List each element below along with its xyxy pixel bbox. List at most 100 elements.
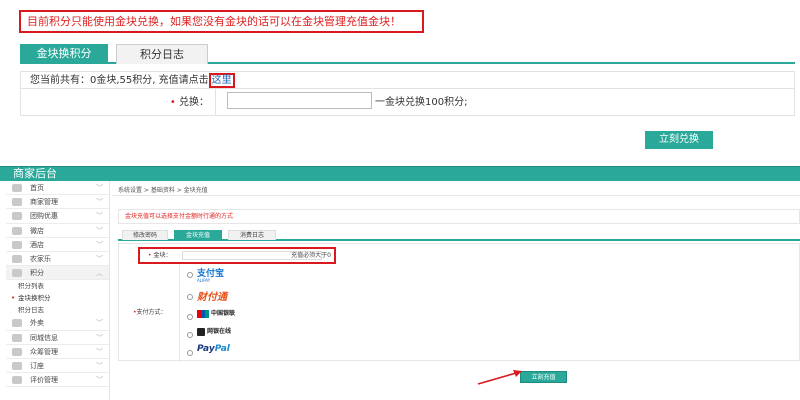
sidebar-item-reservation[interactable]: 订座 ﹀ [6, 359, 109, 374]
gold-label-text: 金块： [153, 252, 172, 259]
payment-method-label: •支付方式： [133, 307, 167, 316]
paypal-logo: PayPal [197, 344, 230, 354]
exchange-row: • 兑换： 一金块兑换100积分; [21, 89, 794, 116]
review-icon [12, 376, 22, 385]
sidebar-item-label: 评价管理 [30, 376, 58, 385]
sidebar-item-merchant[interactable]: 商家管理 ﹀ [6, 195, 109, 210]
chevron-down-icon: ﹀ [96, 376, 103, 385]
tab-change-password[interactable]: 修改密码 [122, 230, 168, 240]
farm-icon [12, 254, 22, 263]
sidebar-item-farm[interactable]: 农家乐 ﹀ [6, 252, 109, 267]
chevron-down-icon: ﹀ [96, 184, 103, 192]
chevron-down-icon: ﹀ [96, 319, 103, 328]
radio-button[interactable] [187, 272, 193, 278]
recharge-form: • 金块： 充值必须大于0 •支付方式： 支付宝 ALIPAY 财付通 中国银联 … [118, 243, 800, 362]
recharge-notice: 金块充值可以选择支付金额时行通的方式 [118, 209, 800, 224]
sidebar-item-reviews[interactable]: 评价管理 ﹀ [6, 373, 109, 388]
sidebar-item-micro-shop[interactable]: 微店 ﹀ [6, 224, 109, 238]
sidebar-item-label: 团购优惠 [30, 212, 58, 221]
reservation-icon [12, 361, 22, 370]
recharge-tab-bar: 修改密码 金块充值 消费日志 [118, 230, 800, 241]
sidebar-item-label: 首页 [30, 184, 44, 192]
chevron-down-icon: ﹀ [96, 212, 103, 221]
sidebar-item-label: 酒店 [30, 240, 44, 249]
sidebar-item-local-info[interactable]: 同城信息 ﹀ [6, 331, 109, 345]
sidebar-item-label: 同城信息 [30, 333, 58, 342]
payment-option-paypal[interactable]: PayPal [187, 344, 257, 358]
radio-button[interactable] [187, 294, 193, 300]
sidebar-item-crowdfund[interactable]: 众筹管理 ﹀ [6, 345, 109, 359]
main-content: 系统设置 > 基础资料 > 金块充值 金块充值可以选择支付金额时行通的方式 修改… [112, 181, 800, 400]
sidebar-subitem-gold-to-points[interactable]: • 金块换积分 [6, 292, 109, 304]
info-icon [12, 333, 22, 342]
star-icon [12, 226, 22, 235]
sidebar-subitem-label: 金块换积分 [18, 294, 51, 303]
exchange-hint: 一金块兑换100积分; [375, 97, 468, 108]
tab-points-log[interactable]: 积分日志 [116, 44, 208, 64]
tab-gold-recharge[interactable]: 金块充值 [174, 230, 222, 240]
payment-option-netbank[interactable]: 网银在线 [187, 326, 257, 340]
notice-banner: 目前积分只能使用金块兑换，如果您没有金块的话可以在金块管理充值金块！ [19, 10, 424, 33]
form-divider [179, 264, 180, 362]
arrow-annotation-icon [477, 370, 522, 385]
chevron-down-icon: ﹀ [96, 226, 103, 235]
sidebar-item-takeout[interactable]: 外卖 ﹀ [6, 316, 109, 331]
admin-header: 商家后台 [0, 166, 800, 181]
sidebar-item-hotel[interactable]: 酒店 ﹀ [6, 238, 109, 252]
sidebar-item-label: 外卖 [30, 319, 44, 328]
tab-bar: 金块换积分 积分日志 [20, 44, 795, 64]
tab-consumption-log[interactable]: 消费日志 [228, 230, 276, 240]
sidebar-subitem-points-list[interactable]: 积分列表 [6, 280, 109, 292]
sidebar-item-points[interactable]: 积分 ︿ [6, 266, 109, 281]
sidebar-item-label: 商家管理 [30, 198, 58, 207]
sidebar-item-label: 订座 [30, 361, 44, 370]
sidebar-subitem-points-log[interactable]: 积分日志 [6, 304, 109, 316]
chevron-up-icon: ︿ [96, 269, 103, 278]
tab-gold-to-points[interactable]: 金块换积分 [20, 44, 108, 64]
sidebar-item-label: 微店 [30, 226, 44, 235]
radio-button[interactable] [187, 350, 193, 356]
payment-option-unionpay[interactable]: 中国银联 [187, 308, 257, 322]
balance-text: 您当前共有：0金块,55积分, 充值请点击 [30, 75, 209, 86]
sidebar-item-home[interactable]: 首页 ﹀ [6, 181, 109, 196]
recharge-now-button[interactable]: 立刻充值 [520, 371, 567, 383]
netbank-logo: 网银在线 [197, 326, 231, 336]
sidebar-item-label: 众筹管理 [30, 347, 58, 356]
hotel-icon [12, 240, 22, 249]
gold-label: • 金块： [148, 249, 171, 262]
points-icon [12, 269, 22, 278]
exchange-now-button[interactable]: 立刻兑换 [645, 131, 713, 149]
tenpay-logo: 财付通 [197, 292, 227, 303]
exchange-form: 您当前共有：0金块,55积分, 充值请点击 这里 • 兑换： 一金块兑换100积分… [20, 71, 795, 116]
payment-option-tenpay[interactable]: 财付通 [187, 288, 257, 303]
unionpay-badge-icon [197, 309, 209, 318]
exchange-label: • 兑换： [21, 89, 216, 116]
netbank-icon [197, 327, 205, 336]
crowdfund-icon [12, 347, 22, 356]
exchange-label-text: 兑换： [179, 97, 209, 108]
chevron-down-icon: ﹀ [96, 361, 103, 370]
sidebar-item-label: 农家乐 [30, 254, 51, 263]
chevron-down-icon: ﹀ [96, 333, 103, 342]
payment-option-alipay[interactable]: 支付宝 ALIPAY [187, 266, 257, 283]
group-buy-icon [12, 212, 22, 221]
divider [112, 195, 800, 196]
sidebar-item-label: 积分 [30, 269, 44, 278]
recharge-here-link[interactable]: 这里 [208, 73, 235, 88]
home-icon [12, 184, 22, 192]
sidebar-item-group-buy[interactable]: 团购优惠 ﹀ [6, 209, 109, 224]
payment-method-label-text: 支付方式： [136, 309, 167, 316]
unionpay-logo: 中国银联 [197, 308, 235, 318]
alipay-logo: 支付宝 ALIPAY [197, 269, 225, 283]
chevron-down-icon: ﹀ [96, 347, 103, 356]
chevron-down-icon: ﹀ [96, 198, 103, 207]
chevron-down-icon: ﹀ [96, 240, 103, 249]
exchange-amount-input[interactable] [227, 92, 372, 109]
takeout-icon [12, 319, 22, 328]
radio-button[interactable] [187, 314, 193, 320]
breadcrumb: 系统设置 > 基础资料 > 金块充值 [118, 187, 208, 194]
gold-hint: 充值必须大于0 [291, 252, 331, 259]
radio-button[interactable] [187, 332, 193, 338]
active-dot-icon: • [11, 294, 16, 303]
balance-row: 您当前共有：0金块,55积分, 充值请点击 这里 [21, 72, 794, 89]
